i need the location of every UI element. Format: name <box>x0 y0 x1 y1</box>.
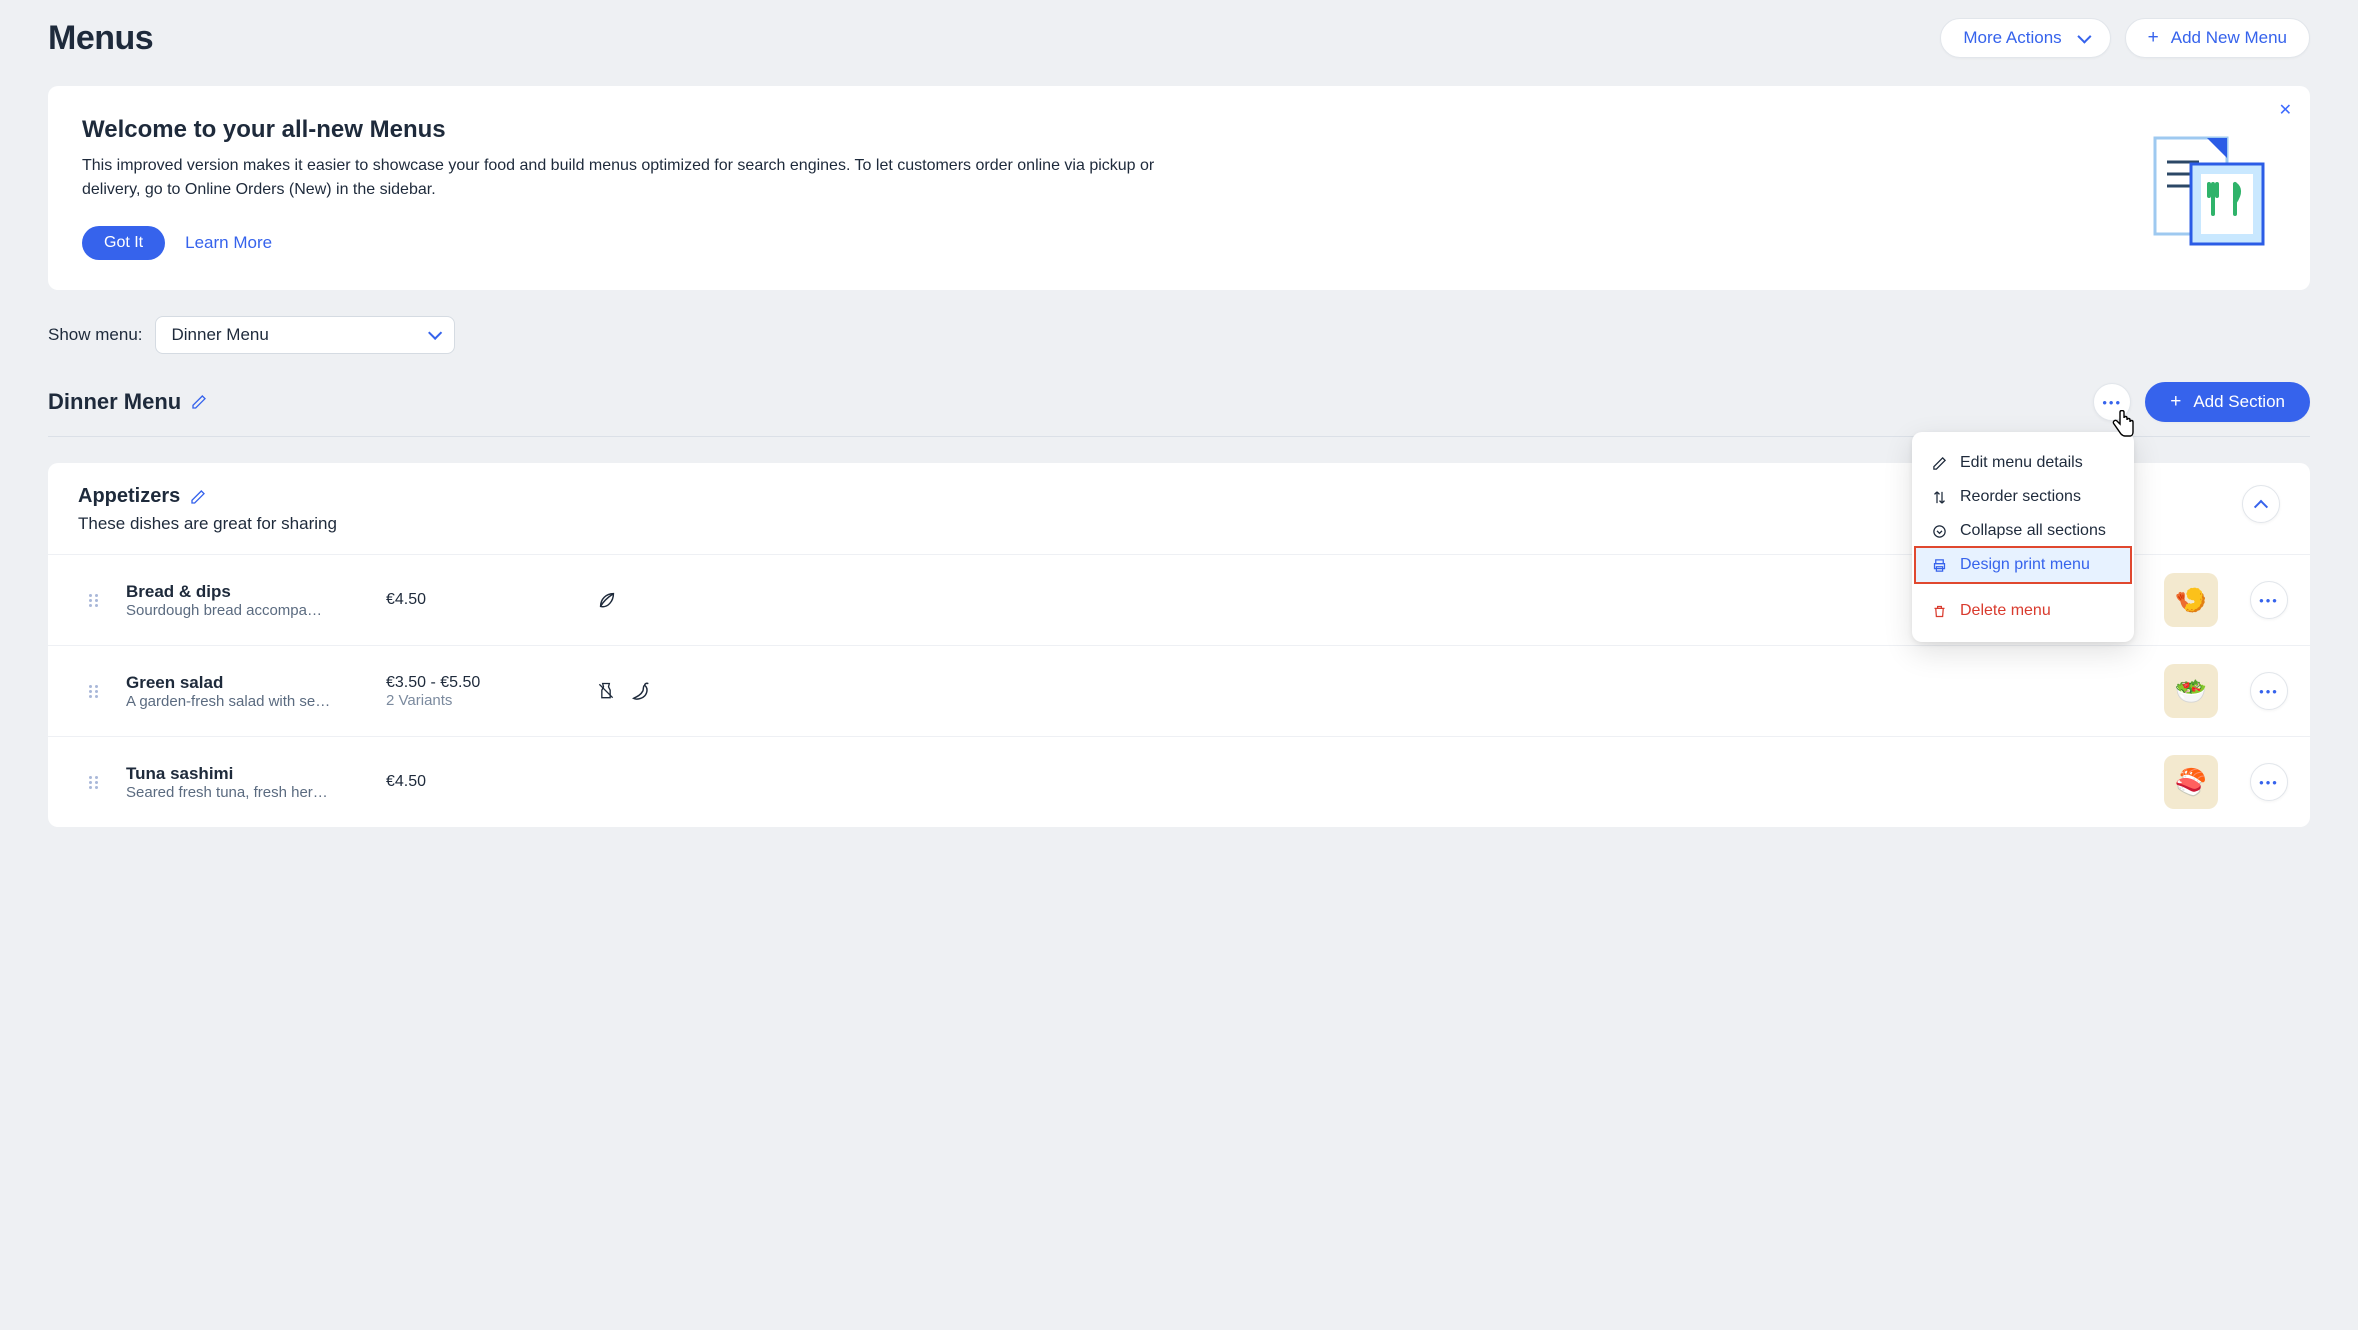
page-title: Menus <box>48 19 153 58</box>
dots-horizontal-icon <box>2259 684 2279 699</box>
welcome-banner: ✕ Welcome to your all-new Menus This imp… <box>48 86 2310 290</box>
menu-select[interactable]: Dinner Menu <box>155 316 455 354</box>
item-name: Green salad <box>126 673 376 693</box>
popover-item-label: Design print menu <box>1960 556 2090 574</box>
add-new-menu-button[interactable]: Add New Menu <box>2125 18 2310 58</box>
dots-horizontal-icon <box>2259 775 2279 790</box>
menu-item-row[interactable]: Tuna sashimi Seared fresh tuna, fresh he… <box>48 736 2310 827</box>
popover-reorder-sections[interactable]: Reorder sections <box>1912 480 2134 514</box>
welcome-title: Welcome to your all-new Menus <box>82 116 1182 144</box>
item-description: A garden-fresh salad with se… <box>126 693 356 710</box>
item-price: €3.50 - €5.50 <box>386 674 586 692</box>
collapse-section-button[interactable] <box>2242 485 2280 523</box>
more-actions-button[interactable]: More Actions <box>1940 18 2110 58</box>
learn-more-link[interactable]: Learn More <box>185 233 272 253</box>
popover-item-label: Edit menu details <box>1960 454 2083 472</box>
add-section-label: Add Section <box>2193 392 2285 412</box>
item-more-button[interactable] <box>2250 763 2288 801</box>
item-label-icons <box>596 680 816 702</box>
menu-select-value: Dinner Menu <box>172 325 269 345</box>
pencil-icon[interactable] <box>191 394 207 410</box>
reorder-icon <box>1932 490 1948 505</box>
section-subtitle: These dishes are great for sharing <box>78 514 337 534</box>
dots-horizontal-icon <box>2102 395 2122 410</box>
menu-name-heading: Dinner Menu <box>48 389 207 415</box>
drag-handle-icon[interactable] <box>70 685 116 698</box>
popover-collapse-all[interactable]: Collapse all sections <box>1912 514 2134 548</box>
close-icon[interactable]: ✕ <box>2279 100 2292 120</box>
add-section-button[interactable]: Add Section <box>2145 382 2310 422</box>
show-menu-label: Show menu: <box>48 325 143 345</box>
menu-item-row[interactable]: Green salad A garden-fresh salad with se… <box>48 645 2310 736</box>
plus-icon <box>2148 28 2161 48</box>
item-price: €4.50 <box>386 591 586 609</box>
section-title-text: Appetizers <box>78 485 180 508</box>
print-icon <box>1932 558 1948 573</box>
item-description: Seared fresh tuna, fresh her… <box>126 784 356 801</box>
chili-icon <box>630 680 652 702</box>
chevron-down-icon <box>2072 28 2088 48</box>
leaf-icon <box>596 589 618 611</box>
plus-icon <box>2170 392 2183 412</box>
chevron-down-icon <box>428 326 442 340</box>
item-thumbnail: 🍤 <box>2164 573 2218 627</box>
item-description: Sourdough bread accompa… <box>126 602 356 619</box>
add-new-menu-label: Add New Menu <box>2171 28 2287 48</box>
dots-horizontal-icon <box>2259 593 2279 608</box>
chevron-up-icon <box>2254 500 2268 514</box>
welcome-illustration <box>2146 116 2276 260</box>
got-it-button[interactable]: Got It <box>82 226 165 260</box>
popover-item-label: Delete menu <box>1960 602 2051 620</box>
popover-edit-menu-details[interactable]: Edit menu details <box>1912 446 2134 480</box>
drag-handle-icon[interactable] <box>70 594 116 607</box>
popover-item-label: Reorder sections <box>1960 488 2081 506</box>
welcome-body: This improved version makes it easier to… <box>82 154 1182 202</box>
item-more-button[interactable] <box>2250 581 2288 619</box>
item-more-button[interactable] <box>2250 672 2288 710</box>
no-milk-icon <box>596 680 616 702</box>
pencil-icon[interactable] <box>190 489 206 505</box>
item-price: €4.50 <box>386 773 586 791</box>
more-actions-label: More Actions <box>1963 28 2061 48</box>
item-name: Tuna sashimi <box>126 764 376 784</box>
menu-actions-popover: Edit menu details Reorder sections Colla… <box>1912 432 2134 642</box>
collapse-icon <box>1932 524 1948 539</box>
item-name: Bread & dips <box>126 582 376 602</box>
drag-handle-icon[interactable] <box>70 776 116 789</box>
popover-delete-menu[interactable]: Delete menu <box>1912 594 2134 628</box>
menu-more-button[interactable] <box>2093 383 2131 421</box>
item-thumbnail: 🥗 <box>2164 664 2218 718</box>
popover-item-label: Collapse all sections <box>1960 522 2106 540</box>
section-title: Appetizers <box>78 485 206 508</box>
menu-name-text: Dinner Menu <box>48 389 181 415</box>
pencil-icon <box>1932 456 1948 471</box>
item-label-icons <box>596 589 816 611</box>
item-thumbnail: 🍣 <box>2164 755 2218 809</box>
item-variants: 2 Variants <box>386 692 586 709</box>
popover-design-print-menu[interactable]: Design print menu <box>1916 548 2130 582</box>
trash-icon <box>1932 604 1948 619</box>
